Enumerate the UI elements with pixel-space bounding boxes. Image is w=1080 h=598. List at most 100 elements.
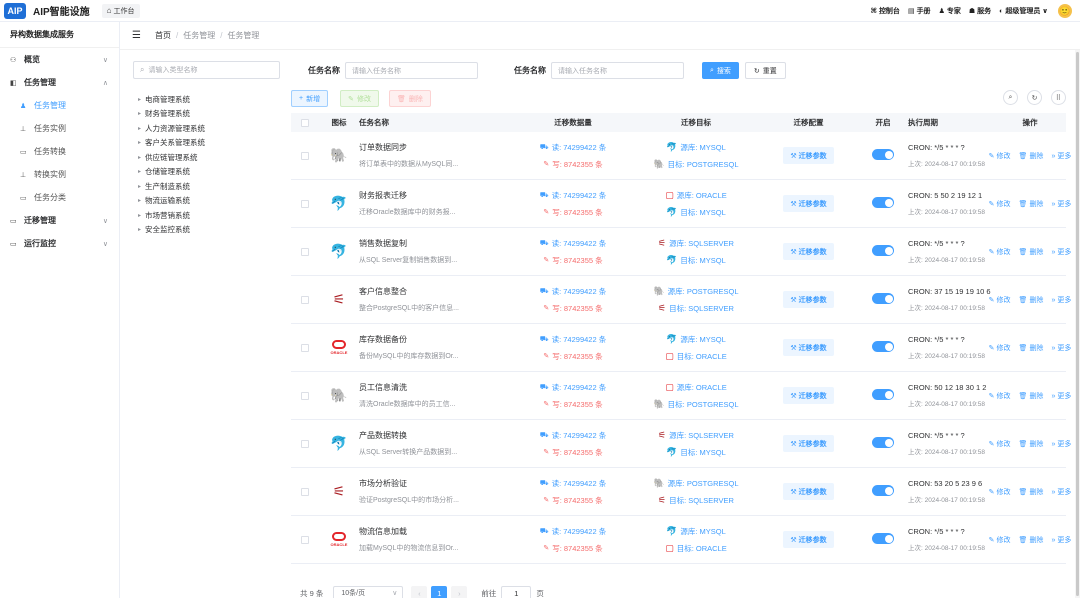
row-edit-link[interactable]: ✎ 修改 [989,391,1011,401]
tree-node[interactable]: ▸ 生产制造系统 [133,179,280,194]
migration-params-button[interactable]: ⚒ 迁移参数 [783,195,834,212]
row-delete-link[interactable]: 🗑 删除 [1019,535,1044,545]
row-more-link[interactable]: » 更多 [1051,487,1071,497]
menu-fold-icon[interactable]: ☰ [132,30,141,41]
sidebar-subitem-0[interactable]: ♟ 任务管理 [0,94,119,117]
breadcrumb-home[interactable]: 首页 [155,30,171,41]
goto-page-input[interactable]: 1 [501,586,532,598]
row-more-link[interactable]: » 更多 [1051,247,1071,257]
migration-params-button[interactable]: ⚒ 迁移参数 [783,147,834,164]
enabled-toggle[interactable] [872,341,894,352]
enabled-toggle[interactable] [872,533,894,544]
row-edit-link[interactable]: ✎ 修改 [989,151,1011,161]
task-name-input[interactable]: 请输入任务名称 [345,62,478,79]
enabled-toggle[interactable] [872,389,894,400]
row-more-link[interactable]: » 更多 [1051,343,1071,353]
row-edit-link[interactable]: ✎ 修改 [989,247,1011,257]
enabled-toggle[interactable] [872,293,894,304]
row-edit-link[interactable]: ✎ 修改 [989,439,1011,449]
migration-params-button[interactable]: ⚒ 迁移参数 [783,483,834,500]
reset-button[interactable]: ↻ 重置 [744,62,786,79]
row-more-link[interactable]: » 更多 [1051,535,1071,545]
migration-params-button[interactable]: ⚒ 迁移参数 [783,531,834,548]
tree-node[interactable]: ▸ 仓储管理系统 [133,165,280,180]
migration-params-button[interactable]: ⚒ 迁移参数 [783,243,834,260]
row-checkbox[interactable] [291,151,319,160]
breadcrumb-level-1[interactable]: 任务管理 [183,30,215,41]
tree-node[interactable]: ▸ 电商管理系统 [133,92,280,107]
enabled-toggle[interactable] [872,149,894,160]
edit-button[interactable]: ✎ 修改 [340,90,379,107]
tree-node[interactable]: ▸ 市场营销系统 [133,208,280,223]
sidebar-subitem-4[interactable]: ▭ 任务分类 [0,186,119,209]
row-edit-link[interactable]: ✎ 修改 [989,295,1011,305]
row-checkbox[interactable] [291,535,319,544]
scrollbar-thumb[interactable] [1076,52,1079,596]
top-nav-expert[interactable]: ♟ 专家 [939,6,961,16]
workbench-tab[interactable]: ⌂ 工作台 [101,3,140,18]
tree-node[interactable]: ▸ 财务管理系统 [133,107,280,122]
top-nav-dashboard[interactable]: ⌘ 控制台 [870,6,900,16]
row-edit-link[interactable]: ✎ 修改 [989,487,1011,497]
row-more-link[interactable]: » 更多 [1051,295,1071,305]
top-nav-admin[interactable]: ◐ 超级管理员 ∨ [999,6,1048,16]
sidebar-subitem-2[interactable]: ▭ 任务转换 [0,140,119,163]
next-page-button[interactable]: › [451,586,468,598]
sidebar-item-items2-0[interactable]: ▭ 迁移管理 ∨ [0,209,119,232]
row-delete-link[interactable]: 🗑 删除 [1019,343,1044,353]
row-checkbox[interactable] [291,487,319,496]
columns-icon[interactable]: ⠿ [1051,90,1066,105]
row-more-link[interactable]: » 更多 [1051,199,1071,209]
tree-node[interactable]: ▸ 人力资源管理系统 [133,121,280,136]
row-checkbox[interactable] [291,199,319,208]
row-checkbox[interactable] [291,247,319,256]
enabled-toggle[interactable] [872,437,894,448]
migration-params-button[interactable]: ⚒ 迁移参数 [783,387,834,404]
top-nav-service[interactable]: ☗ 服务 [969,6,991,16]
tree-node[interactable]: ▸ 供应链管理系统 [133,150,280,165]
sidebar-item-items-0[interactable]: ⚇ 概览 ∨ [0,48,119,71]
sidebar-subitem-3[interactable]: ⊥ 转换实例 [0,163,119,186]
search-button[interactable]: ⌕ 搜索 [702,62,739,79]
row-checkbox[interactable] [291,439,319,448]
refresh-icon[interactable]: ↻ [1027,90,1042,105]
avatar[interactable]: 🙂 [1058,4,1072,18]
tree-node[interactable]: ▸ 物流运输系统 [133,194,280,209]
prev-page-button[interactable]: ‹ [411,586,428,598]
select-all-checkbox[interactable] [291,118,319,127]
row-edit-link[interactable]: ✎ 修改 [989,343,1011,353]
row-more-link[interactable]: » 更多 [1051,151,1071,161]
page-number-current[interactable]: 1 [431,586,448,598]
tree-node[interactable]: ▸ 安全监控系统 [133,223,280,238]
enabled-toggle[interactable] [872,245,894,256]
add-button[interactable]: + 新增 [291,90,329,107]
row-delete-link[interactable]: 🗑 删除 [1019,487,1044,497]
row-more-link[interactable]: » 更多 [1051,391,1071,401]
task-name-input-2[interactable]: 请输入任务名称 [551,62,684,79]
top-nav-manual[interactable]: ▤ 手册 [908,6,931,16]
enabled-toggle[interactable] [872,197,894,208]
search-toggle-icon[interactable]: ⌕ [1003,90,1018,105]
row-delete-link[interactable]: 🗑 删除 [1019,439,1044,449]
row-delete-link[interactable]: 🗑 删除 [1019,391,1044,401]
migration-params-button[interactable]: ⚒ 迁移参数 [783,339,834,356]
row-checkbox[interactable] [291,295,319,304]
row-delete-link[interactable]: 🗑 删除 [1019,295,1044,305]
row-checkbox[interactable] [291,391,319,400]
tree-search-input[interactable]: ⌕ 请输入类型名称 [133,61,280,79]
row-delete-link[interactable]: 🗑 删除 [1019,199,1044,209]
row-more-link[interactable]: » 更多 [1051,439,1071,449]
row-delete-link[interactable]: 🗑 删除 [1019,247,1044,257]
tree-node[interactable]: ▸ 客户关系管理系统 [133,136,280,151]
sidebar-item-items-1[interactable]: ◧ 任务管理 ∧ [0,71,119,94]
row-edit-link[interactable]: ✎ 修改 [989,535,1011,545]
row-delete-link[interactable]: 🗑 删除 [1019,151,1044,161]
migration-params-button[interactable]: ⚒ 迁移参数 [783,435,834,452]
sidebar-subitem-1[interactable]: ⊥ 任务实例 [0,117,119,140]
enabled-toggle[interactable] [872,485,894,496]
page-size-select[interactable]: 10条/页 ∨ [333,586,404,598]
sidebar-item-items2-1[interactable]: ▭ 运行监控 ∨ [0,232,119,255]
row-checkbox[interactable] [291,343,319,352]
row-edit-link[interactable]: ✎ 修改 [989,199,1011,209]
migration-params-button[interactable]: ⚒ 迁移参数 [783,291,834,308]
